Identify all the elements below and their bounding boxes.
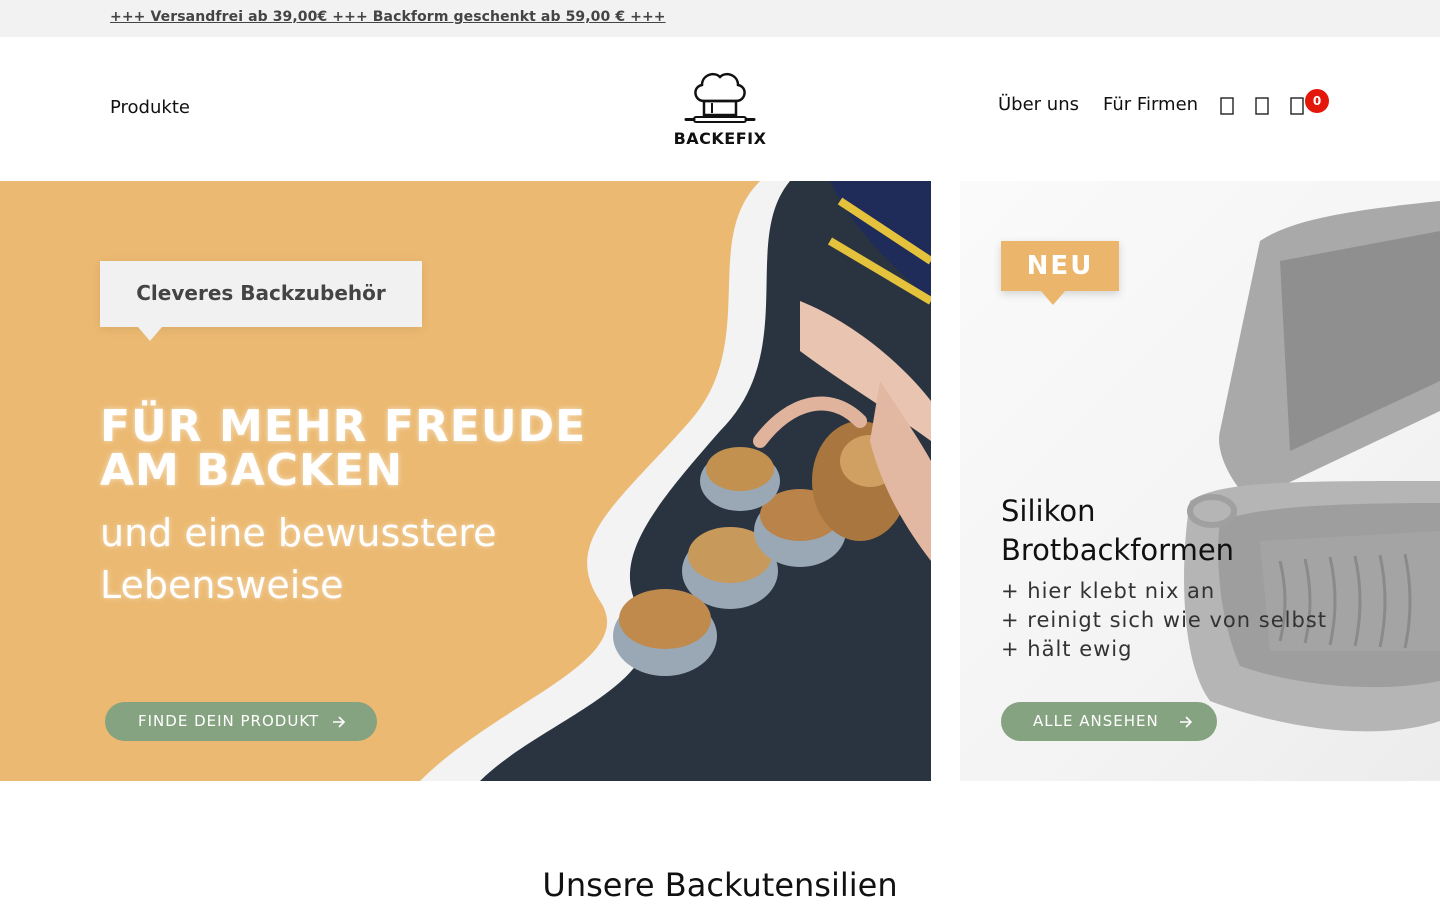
hero-left-badge-text: Cleveres Backzubehör <box>136 281 386 305</box>
logo-text: BACKEFIX <box>673 129 767 148</box>
hero-left-badge: Cleveres Backzubehör <box>100 261 422 327</box>
view-all-button[interactable]: ALLE ANSEHEN <box>1001 702 1217 741</box>
account-icon[interactable] <box>1252 95 1274 117</box>
hero-left-headline: FÜR MEHR FREUDE AM BACKEN <box>100 401 587 496</box>
find-product-button-label: FINDE DEIN PRODUKT <box>138 712 320 730</box>
arrow-right-icon <box>1180 716 1193 728</box>
bullet-item: + hier klebt nix an <box>1001 579 1216 603</box>
chef-hat-icon <box>684 73 756 123</box>
arrow-right-icon <box>333 716 346 728</box>
view-all-button-label: ALLE ANSEHEN <box>1033 712 1159 730</box>
logo[interactable]: BACKEFIX <box>672 67 768 151</box>
announcement-bar: +++ Versandfrei ab 39,00€ +++ Backform g… <box>0 0 1440 37</box>
find-product-button[interactable]: FINDE DEIN PRODUKT <box>105 702 377 741</box>
section-title: Unsere Backutensilien <box>542 866 898 904</box>
bullet-item: + reinigt sich wie von selbst <box>1001 608 1327 632</box>
search-icon[interactable] <box>1217 95 1239 117</box>
bullet-item: + hält ewig <box>1001 637 1133 661</box>
hero-right-bullets: + hier klebt nix an + reinigt sich wie v… <box>1001 577 1327 664</box>
nav-ueber-uns[interactable]: Über uns <box>998 94 1079 115</box>
hero-left-badge-tip <box>138 327 162 341</box>
hero-banner-right[interactable]: NEU Silikon Brotbackformen + hier klebt … <box>960 181 1440 781</box>
site-header: Produkte BACKEFIX Über uns Für Firmen 0 <box>0 37 1440 181</box>
hero-right-title: Silikon Brotbackformen <box>1001 494 1235 567</box>
new-badge: NEU <box>1001 241 1119 291</box>
nav-produkte[interactable]: Produkte <box>110 97 190 118</box>
nav-fuer-firmen[interactable]: Für Firmen <box>1103 94 1198 115</box>
new-badge-text: NEU <box>1026 251 1094 281</box>
new-badge-tip <box>1041 291 1065 305</box>
cart-count-badge: 0 <box>1305 89 1329 113</box>
announcement-link[interactable]: +++ Versandfrei ab 39,00€ +++ Backform g… <box>110 9 666 25</box>
hero-banner-left[interactable]: Cleveres Backzubehör FÜR MEHR FREUDE AM … <box>0 181 931 781</box>
hero-left-subline: und eine bewusstere Lebensweise <box>100 511 497 607</box>
